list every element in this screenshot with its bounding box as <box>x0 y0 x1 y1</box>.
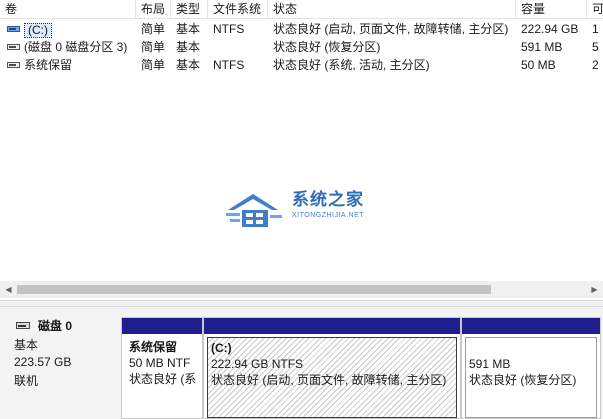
partition-status: 状态良好 (启动, 页面文件, 故障转储, 主分区) <box>211 373 447 387</box>
column-header-status[interactable]: 状态 <box>268 0 516 19</box>
volume-capacity: 591 MB <box>521 40 563 54</box>
volume-row[interactable]: 系统保留 简单 基本 NTFS 状态良好 (系统, 活动, 主分区) 50 MB… <box>0 56 603 74</box>
disk-name: 磁盘 0 <box>38 319 73 333</box>
volume-status: 状态良好 (系统, 活动, 主分区) <box>273 58 430 72</box>
volume-capacity: 50 MB <box>521 58 556 72</box>
scroll-left-arrow-icon[interactable]: ◀ <box>0 281 17 298</box>
column-header-volume[interactable]: 卷 <box>0 0 136 19</box>
volume-layout: 简单 <box>141 40 166 54</box>
volume-row[interactable]: (C:) 简单 基本 NTFS 状态良好 (启动, 页面文件, 故障转储, 主分… <box>0 20 603 38</box>
disk-icon <box>16 322 30 329</box>
partition-name <box>469 340 593 356</box>
scroll-right-arrow-icon[interactable]: ▶ <box>586 281 603 298</box>
volume-name: (磁盘 0 磁盘分区 3) <box>24 40 128 54</box>
partition-size: 591 MB <box>469 357 511 371</box>
volume-filesystem: NTFS <box>213 58 245 72</box>
volume-row[interactable]: (磁盘 0 磁盘分区 3) 简单 基本 状态良好 (恢复分区) 591 MB 5 <box>0 38 603 56</box>
column-header-layout[interactable]: 布局 <box>136 0 171 19</box>
disk-info[interactable]: 磁盘 0 基本 223.57 GB 联机 <box>6 316 120 419</box>
volume-status: 状态良好 (启动, 页面文件, 故障转储, 主分区) <box>273 22 509 36</box>
volume-capacity: 222.94 GB <box>521 22 579 36</box>
volume-list: 卷 布局 类型 文件系统 状态 容量 可 (C:) 简单 基本 NTFS 状态良… <box>0 0 603 300</box>
partition-size: 50 MB NTF <box>129 356 191 370</box>
volume-icon <box>7 62 20 68</box>
partition-status: 状态良好 (系 <box>129 372 196 386</box>
volume-table-header: 卷 布局 类型 文件系统 状态 容量 可 <box>0 0 603 19</box>
volume-type: 基本 <box>176 22 201 36</box>
partition-recovery[interactable]: 591 MB 状态良好 (恢复分区) <box>461 317 601 419</box>
partition-status: 状态良好 (恢复分区) <box>469 373 577 387</box>
column-header-filesystem[interactable]: 文件系统 <box>208 0 268 19</box>
volume-type: 基本 <box>176 40 201 54</box>
volume-filesystem: NTFS <box>213 22 245 36</box>
volume-name[interactable]: (C:) <box>24 23 52 38</box>
volume-icon <box>7 26 20 32</box>
partition-c[interactable]: (C:) 222.94 GB NTFS 状态良好 (启动, 页面文件, 故障转储… <box>203 317 461 419</box>
partition-bar <box>462 318 600 334</box>
disk-size: 223.57 GB <box>14 355 72 369</box>
watermark-title: 系统之家 <box>292 190 364 209</box>
volume-layout: 简单 <box>141 22 166 36</box>
partition-name: 系统保留 <box>129 340 178 354</box>
watermark-url: XITONGZHIJIA.NET <box>292 212 365 219</box>
volume-type: 基本 <box>176 58 201 72</box>
partition-bar <box>204 318 460 334</box>
partition-system-reserved[interactable]: 系统保留 50 MB NTF 状态良好 (系 <box>121 317 203 419</box>
watermark-logo: 系统之家 XITONGZHIJIA.NET <box>226 189 376 229</box>
volume-name: 系统保留 <box>24 58 73 72</box>
column-header-free[interactable]: 可 <box>587 0 603 19</box>
volume-free: 5 <box>592 40 599 54</box>
scrollbar-thumb[interactable] <box>17 285 491 294</box>
volume-status: 状态良好 (恢复分区) <box>273 40 381 54</box>
disk-status: 联机 <box>14 374 39 388</box>
volume-filesystem <box>208 38 268 56</box>
volume-icon <box>7 44 20 50</box>
disk-panel: 磁盘 0 基本 223.57 GB 联机 系统保留 50 MB NTF 状态良好… <box>0 307 603 419</box>
house-logo-icon <box>226 194 282 227</box>
column-header-type[interactable]: 类型 <box>171 0 208 19</box>
partition-bar <box>122 318 202 334</box>
volume-free: 1 <box>592 22 599 36</box>
partition-size: 222.94 GB NTFS <box>211 357 304 371</box>
volume-layout: 简单 <box>141 58 166 72</box>
disk-type: 基本 <box>14 338 39 352</box>
volume-free: 2 <box>592 58 599 72</box>
partition-name: (C:) <box>211 341 232 355</box>
column-header-capacity[interactable]: 容量 <box>516 0 587 19</box>
horizontal-scrollbar[interactable]: ◀ ▶ <box>0 281 603 298</box>
pane-splitter[interactable] <box>0 300 603 307</box>
